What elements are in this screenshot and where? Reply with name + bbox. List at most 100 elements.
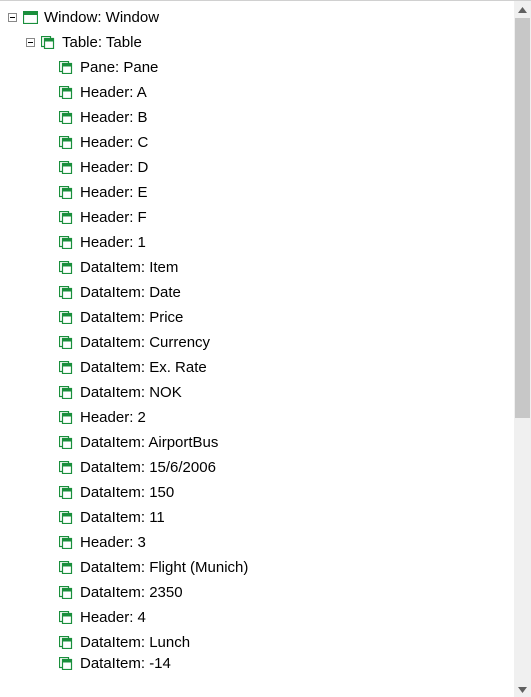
tree-row[interactable]: DataItem: 150 [6,480,514,505]
tree-row[interactable]: DataItem: Lunch [6,630,514,655]
window-icon [22,10,38,26]
tree-row[interactable]: DataItem: -14 [6,655,514,671]
tree-node-leaf: DataItem: Lunch [6,630,514,655]
pane-icon [58,655,74,671]
tree-label: DataItem: Ex. Rate [78,355,207,380]
tree-row[interactable]: DataItem: Price [6,305,514,330]
tree-node-leaf: Pane: Pane [6,55,514,80]
tree-row[interactable]: DataItem: 2350 [6,580,514,605]
pane-icon [58,135,74,151]
tree-node-leaf: Header: 3 [6,530,514,555]
tree-node-leaf: DataItem: Currency [6,330,514,355]
tree-node-leaf: DataItem: 150 [6,480,514,505]
tree-row[interactable]: Window: Window [6,5,514,30]
tree-row[interactable]: Header: A [6,80,514,105]
tree-label: Pane: Pane [78,55,158,80]
tree-row[interactable]: DataItem: 15/6/2006 [6,455,514,480]
tree-node-leaf: Header: F [6,205,514,230]
tree-label: DataItem: Lunch [78,630,190,655]
tree-row[interactable]: Header: 1 [6,230,514,255]
pane-icon [58,60,74,76]
tree-label: Table: Table [60,30,142,55]
pane-icon [58,635,74,651]
tree-label: DataItem: AirportBus [78,430,218,455]
scroll-down-button[interactable] [514,681,531,697]
tree-scroll-area[interactable]: Window: Window Table: Table [0,1,514,697]
pane-icon [40,35,56,51]
scrollbar-thumb[interactable] [515,18,530,418]
tree-label: DataItem: Currency [78,330,210,355]
pane-icon [58,610,74,626]
tree-node-leaf: Header: B [6,105,514,130]
tree-row[interactable]: DataItem: Currency [6,330,514,355]
pane-icon [58,260,74,276]
tree-row[interactable]: DataItem: NOK [6,380,514,405]
tree-node-leaf: Header: 4 [6,605,514,630]
tree-row[interactable]: Header: 2 [6,405,514,430]
pane-icon [58,110,74,126]
tree-node-leaf: DataItem: Price [6,305,514,330]
tree-label: Header: 1 [78,230,146,255]
tree-row[interactable]: Header: B [6,105,514,130]
collapse-toggle-icon[interactable] [6,12,18,24]
pane-icon [58,160,74,176]
tree-node-leaf: DataItem: Item [6,255,514,280]
pane-icon [58,385,74,401]
tree-row[interactable]: Header: C [6,130,514,155]
tree-label: DataItem: Flight (Munich) [78,555,248,580]
vertical-scrollbar[interactable] [514,1,531,697]
tree-node-leaf: Header: E [6,180,514,205]
tree-node-leaf: DataItem: NOK [6,380,514,405]
tree-label: Header: C [78,130,148,155]
collapse-toggle-icon[interactable] [24,37,36,49]
tree-row[interactable]: DataItem: Item [6,255,514,280]
pane-icon [58,485,74,501]
tree-children: Table: Table Pane: PaneHeader: AHeader: … [6,30,514,671]
pane-icon [58,310,74,326]
tree-label: Header: 2 [78,405,146,430]
scroll-up-button[interactable] [514,1,531,18]
pane-icon [58,335,74,351]
tree-label: DataItem: NOK [78,380,182,405]
pane-icon [58,435,74,451]
tree-label: DataItem: 15/6/2006 [78,455,216,480]
tree-children: Pane: PaneHeader: AHeader: BHeader: CHea… [6,55,514,671]
tree-label: Header: 4 [78,605,146,630]
tree-row[interactable]: Header: F [6,205,514,230]
tree-row[interactable]: DataItem: 11 [6,505,514,530]
tree-node-leaf: DataItem: Date [6,280,514,305]
tree-node-leaf: DataItem: 15/6/2006 [6,455,514,480]
pane-icon [58,285,74,301]
tree-label: Header: B [78,105,148,130]
tree-node-leaf: Header: 2 [6,405,514,430]
tree-node-table: Table: Table Pane: PaneHeader: AHeader: … [6,30,514,671]
tree-node-leaf: DataItem: 2350 [6,580,514,605]
tree-label: DataItem: 2350 [78,580,183,605]
tree-row[interactable]: Header: 3 [6,530,514,555]
tree-label: DataItem: Date [78,280,181,305]
tree-row[interactable]: Header: E [6,180,514,205]
tree-node-leaf: DataItem: Flight (Munich) [6,555,514,580]
tree-row[interactable]: Header: 4 [6,605,514,630]
tree-label: Header: F [78,205,147,230]
tree-label: DataItem: 11 [78,505,165,530]
scrollbar-track[interactable] [514,18,531,681]
tree-label: Header: D [78,155,148,180]
pane-icon [58,535,74,551]
tree-row[interactable]: DataItem: AirportBus [6,430,514,455]
tree-row[interactable]: DataItem: Flight (Munich) [6,555,514,580]
tree-row[interactable]: Table: Table [6,30,514,55]
tree-row[interactable]: Pane: Pane [6,55,514,80]
tree-label: Header: E [78,180,148,205]
tree-row[interactable]: DataItem: Date [6,280,514,305]
tree-row[interactable]: DataItem: Ex. Rate [6,355,514,380]
pane-icon [58,210,74,226]
tree-label: Header: A [78,80,147,105]
tree-row[interactable]: Header: D [6,155,514,180]
tree-node-leaf: DataItem: Ex. Rate [6,355,514,380]
pane-icon [58,410,74,426]
tree-label: DataItem: -14 [78,655,171,671]
pane-icon [58,460,74,476]
tree-viewport: Window: Window Table: Table [0,0,531,697]
pane-icon [58,185,74,201]
